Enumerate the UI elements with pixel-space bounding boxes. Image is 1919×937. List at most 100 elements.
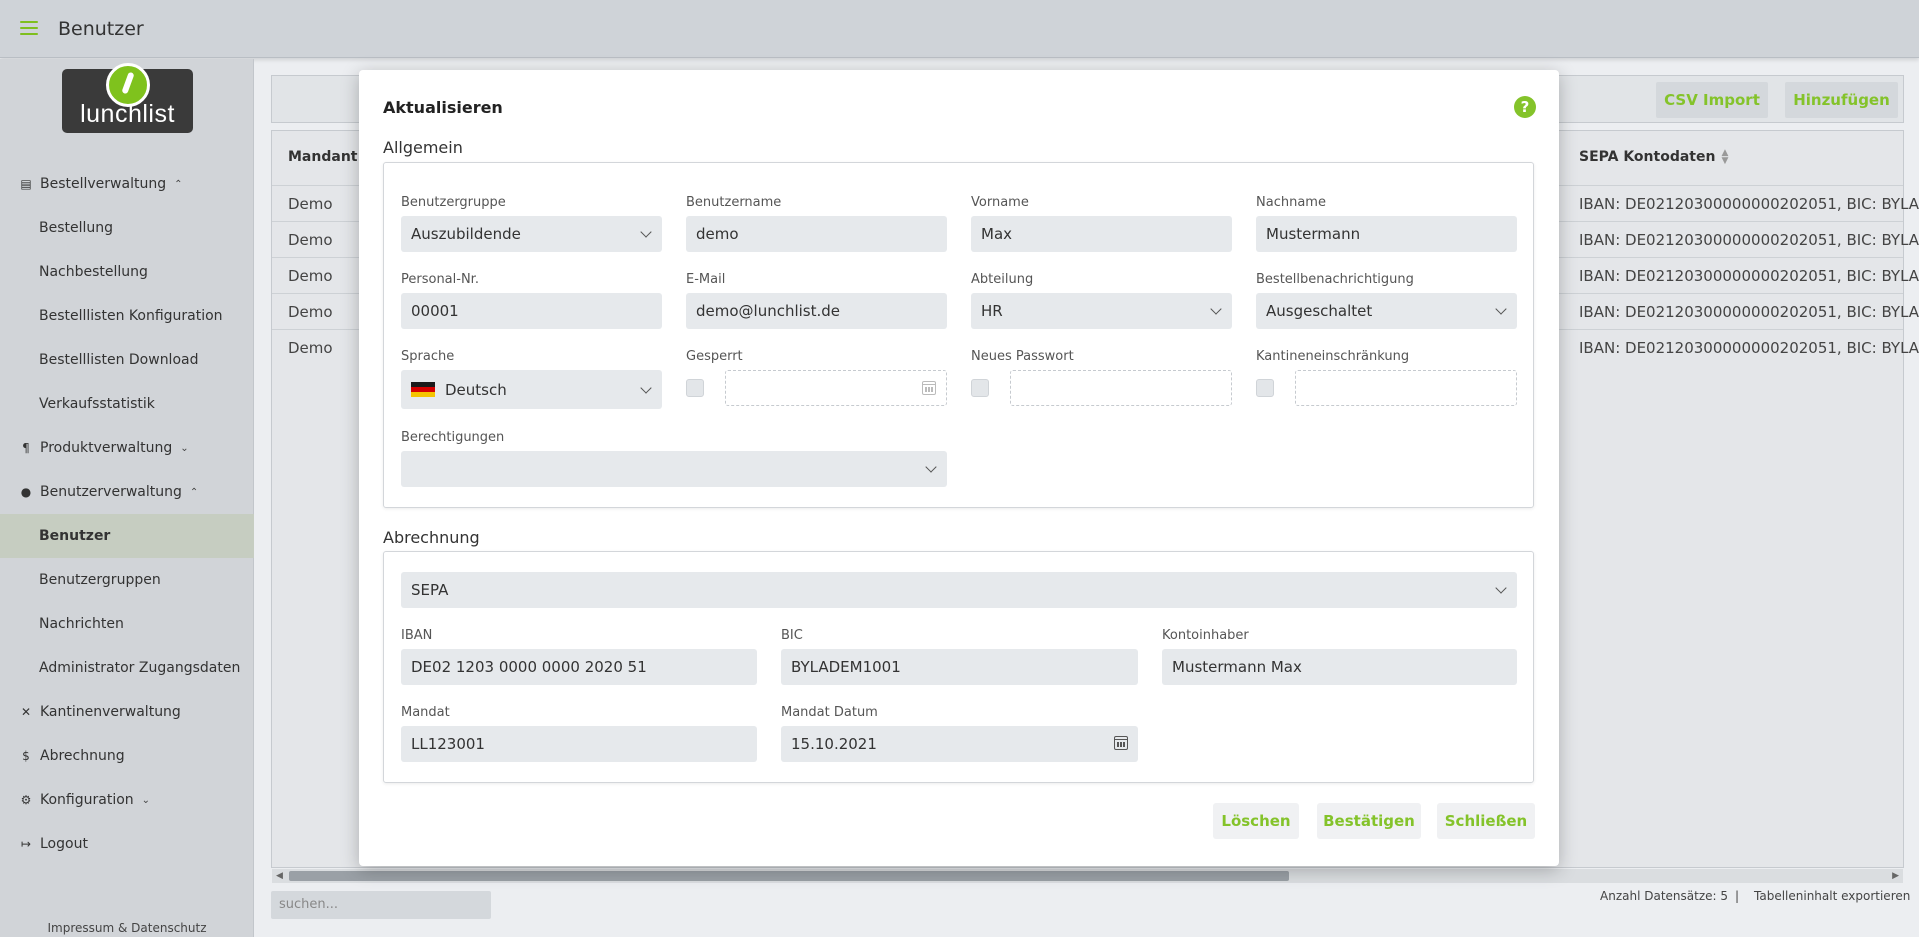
calendar-icon[interactable] — [1114, 736, 1128, 750]
berechtigungen-select[interactable] — [401, 451, 947, 487]
column-header-sepa[interactable]: SEPA Kontodaten ▲ ▼ — [1579, 130, 1728, 184]
sidebar-item-administrator-zugangsdaten[interactable]: Administrator Zugangsdaten — [0, 646, 254, 690]
help-icon[interactable]: ? — [1514, 96, 1536, 118]
close-button[interactable]: Schließen — [1437, 803, 1535, 839]
gesperrt-checkbox[interactable] — [686, 379, 704, 397]
sidebar-item-label: Benutzergruppen — [39, 572, 161, 588]
menu-icon[interactable] — [20, 21, 38, 35]
table-search-input[interactable]: suchen... — [271, 891, 491, 919]
field-label: Personal-Nr. — [401, 272, 479, 287]
section-general-title: Allgemein — [383, 138, 463, 157]
neues-passwort-checkbox[interactable] — [971, 379, 989, 397]
email-input[interactable]: demo@lunchlist.de — [686, 293, 947, 329]
mandat-input[interactable]: LL123001 — [401, 726, 757, 762]
kantineneinschraenkung-input[interactable] — [1295, 370, 1517, 406]
sidebar-item-logout[interactable]: ↦ Logout — [0, 822, 254, 866]
sidebar-item-label: Administrator Zugangsdaten — [39, 660, 241, 676]
sidebar-item-label: Nachrichten — [39, 616, 124, 632]
logo-text-lunch: lunch — [80, 100, 143, 128]
scroll-left-icon[interactable]: ◀ — [276, 869, 283, 883]
sidebar-item-kantinenverwaltung[interactable]: ✕ Kantinenverwaltung — [0, 690, 254, 734]
sidebar-item-benutzerverwaltung[interactable]: ● Benutzerverwaltung ⌃ — [0, 470, 254, 514]
sidebar-item-bestelllisten-konfiguration[interactable]: Bestelllisten Konfiguration — [0, 294, 254, 338]
email-field: E-Mail demo@lunchlist.de — [686, 272, 947, 329]
sidebar-item-abrechnung[interactable]: $ Abrechnung — [0, 734, 254, 778]
kantineneinschraenkung-checkbox[interactable] — [1256, 379, 1274, 397]
vorname-field: Vorname Max — [971, 195, 1232, 252]
sidebar-item-benutzergruppen[interactable]: Benutzergruppen — [0, 558, 254, 602]
field-label: E-Mail — [686, 272, 726, 287]
sidebar-item-label: Logout — [40, 836, 88, 852]
sprache-field: Sprache Deutsch — [401, 349, 662, 409]
iban-input[interactable]: DE02 1203 0000 0000 2020 51 — [401, 649, 757, 685]
calendar-icon[interactable] — [922, 381, 936, 395]
page-title: Benutzer — [58, 18, 144, 40]
chevron-down-icon — [1210, 303, 1222, 315]
impressum-link[interactable]: Impressum & Datenschutz — [0, 921, 254, 935]
neues-passwort-input[interactable] — [1010, 370, 1232, 406]
sidebar-item-produktverwaltung[interactable]: ¶ Produktverwaltung ⌄ — [0, 426, 254, 470]
sidebar-item-verkaufsstatistik[interactable]: Verkaufsstatistik — [0, 382, 254, 426]
cutlery-icon: ¶ — [22, 441, 30, 455]
scrollbar-thumb[interactable] — [289, 871, 1289, 881]
cell-mandant: Demo — [288, 339, 333, 357]
record-count: Anzahl Datensätze: 5 — [1600, 889, 1728, 903]
logout-icon: ↦ — [20, 837, 32, 851]
top-bar: Benutzer — [0, 0, 1919, 58]
add-button[interactable]: Hinzufügen — [1785, 82, 1898, 118]
chevron-up-icon: ⌃ — [174, 178, 183, 190]
input-value: Max — [981, 225, 1013, 243]
cell-sepa: IBAN: DE02120300000000202051, BIC: BYLAD — [1579, 195, 1919, 213]
sidebar-item-nachbestellung[interactable]: Nachbestellung — [0, 250, 254, 294]
payment-method-select[interactable]: SEPA — [401, 572, 1517, 608]
benutzername-input[interactable]: demo — [686, 216, 947, 252]
benutzergruppe-select[interactable]: Auszubildende — [401, 216, 662, 252]
sidebar-item-bestellung[interactable]: Bestellung — [0, 206, 254, 250]
input-value: BYLADEM1001 — [791, 658, 901, 676]
sidebar-item-label: Bestelllisten Konfiguration — [39, 308, 223, 324]
confirm-button[interactable]: Bestätigen — [1317, 803, 1421, 839]
gesperrt-date-input[interactable] — [725, 370, 947, 406]
cell-mandant: Demo — [288, 267, 333, 285]
chevron-up-icon: ⌃ — [189, 486, 199, 498]
export-table-link[interactable]: Tabelleninhalt exportieren — [1754, 889, 1910, 903]
horizontal-scrollbar[interactable]: ◀ ▶ — [272, 869, 1903, 883]
sidebar-item-label: Konfiguration — [40, 792, 134, 808]
user-icon: ● — [20, 485, 32, 499]
csv-import-button[interactable]: CSV Import — [1656, 82, 1768, 118]
input-value: 15.10.2021 — [791, 735, 877, 753]
kontoinhaber-input[interactable]: Mustermann Max — [1162, 649, 1517, 685]
sidebar-item-bestelllisten-download[interactable]: Bestelllisten Download — [0, 338, 254, 382]
scroll-right-icon[interactable]: ▶ — [1892, 869, 1899, 883]
bestellbenachrichtigung-select[interactable]: Ausgeschaltet — [1256, 293, 1517, 329]
berechtigungen-field: Berechtigungen — [401, 430, 947, 487]
sidebar-item-bestellverwaltung[interactable]: ▤ Bestellverwaltung ⌃ — [0, 162, 254, 206]
sidebar-nav: ▤ Bestellverwaltung ⌃ Bestellung Nachbes… — [0, 162, 254, 866]
dialog-title: Aktualisieren — [383, 98, 503, 117]
field-label: Benutzergruppe — [401, 195, 506, 210]
vorname-input[interactable]: Max — [971, 216, 1232, 252]
cell-sepa: IBAN: DE02120300000000202051, BIC: BYLAD — [1579, 339, 1919, 357]
benutzername-field: Benutzername demo — [686, 195, 947, 252]
chevron-down-icon — [925, 461, 937, 473]
sprache-select[interactable]: Deutsch — [401, 370, 662, 409]
sidebar-item-benutzer[interactable]: Benutzer — [0, 514, 254, 558]
bic-input[interactable]: BYLADEM1001 — [781, 649, 1138, 685]
section-billing-title: Abrechnung — [383, 528, 480, 547]
sidebar-item-nachrichten[interactable]: Nachrichten — [0, 602, 254, 646]
input-value: LL123001 — [411, 735, 485, 753]
field-label: Neues Passwort — [971, 349, 1074, 364]
field-label: Nachname — [1256, 195, 1326, 210]
nachname-input[interactable]: Mustermann — [1256, 216, 1517, 252]
sidebar-item-konfiguration[interactable]: ⚙ Konfiguration ⌄ — [0, 778, 254, 822]
benutzergruppe-field: Benutzergruppe Auszubildende — [401, 195, 662, 252]
neues-passwort-field: Neues Passwort — [971, 349, 1232, 406]
field-label: Kontoinhaber — [1162, 628, 1249, 643]
personal-nr-input[interactable]: 00001 — [401, 293, 662, 329]
cell-sepa: IBAN: DE02120300000000202051, BIC: BYLAD — [1579, 303, 1919, 321]
mandat-datum-input[interactable]: 15.10.2021 — [781, 726, 1138, 762]
general-fieldset: Benutzergruppe Auszubildende Benutzernam… — [383, 162, 1534, 508]
delete-button[interactable]: Löschen — [1213, 803, 1299, 839]
abteilung-select[interactable]: HR — [971, 293, 1232, 329]
chevron-down-icon — [640, 226, 652, 238]
